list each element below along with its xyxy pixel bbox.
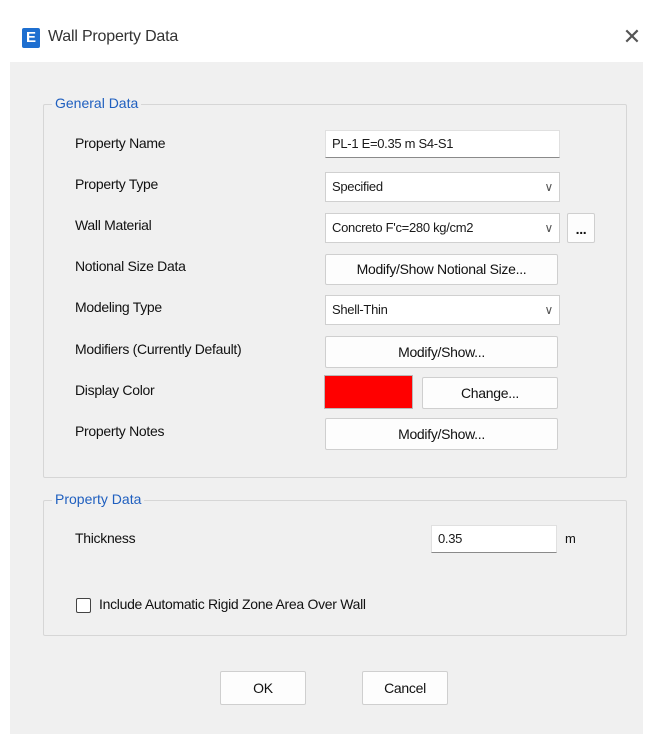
title-bar[interactable]: E Wall Property Data ✕ [0,0,645,62]
property-type-dropdown[interactable]: Specified ∨ [325,172,560,202]
modify-property-notes-button[interactable]: Modify/Show... [325,418,558,450]
property-notes-label: Property Notes [75,423,165,439]
thickness-label: Thickness [75,530,136,546]
property-type-label: Property Type [75,176,158,192]
property-name-label: Property Name [75,135,166,151]
property-type-value: Specified [332,179,383,194]
general-data-legend: General Data [52,95,142,111]
display-color-swatch [324,375,413,409]
wall-material-value: Concreto F'c=280 kg/cm2 [332,220,474,235]
chevron-down-icon: ∨ [544,303,554,317]
modeling-type-value: Shell-Thin [332,302,388,317]
rigid-zone-label: Include Automatic Rigid Zone Area Over W… [99,596,366,612]
modifiers-label: Modifiers (Currently Default) [75,341,242,357]
etabs-app-icon: E [22,28,40,48]
notional-size-label: Notional Size Data [75,258,186,274]
display-color-label: Display Color [75,382,155,398]
property-data-legend: Property Data [52,491,145,507]
rigid-zone-checkbox[interactable] [76,598,91,613]
modeling-type-dropdown[interactable]: Shell-Thin ∨ [325,295,560,325]
wall-material-browse-button[interactable]: ... [567,213,595,243]
thickness-unit: m [565,531,576,546]
modify-modifiers-button[interactable]: Modify/Show... [325,336,558,368]
modify-notional-size-button[interactable]: Modify/Show Notional Size... [325,254,558,285]
chevron-down-icon: ∨ [544,221,554,235]
property-data-group: Property Data [43,491,627,636]
wall-material-label: Wall Material [75,217,152,233]
chevron-down-icon: ∨ [544,180,554,194]
dialog-body: General Data Property Name PL-1 E=0.35 m… [10,62,643,734]
thickness-field[interactable]: 0.35 [431,525,557,553]
modeling-type-label: Modeling Type [75,299,162,315]
ok-button[interactable]: OK [220,671,306,705]
property-name-field[interactable]: PL-1 E=0.35 m S4-S1 [325,130,560,158]
change-color-button[interactable]: Change... [422,377,558,409]
close-icon[interactable]: ✕ [622,26,642,48]
cancel-button[interactable]: Cancel [362,671,448,705]
wall-material-dropdown[interactable]: Concreto F'c=280 kg/cm2 ∨ [325,213,560,243]
window-title: Wall Property Data [48,28,179,45]
